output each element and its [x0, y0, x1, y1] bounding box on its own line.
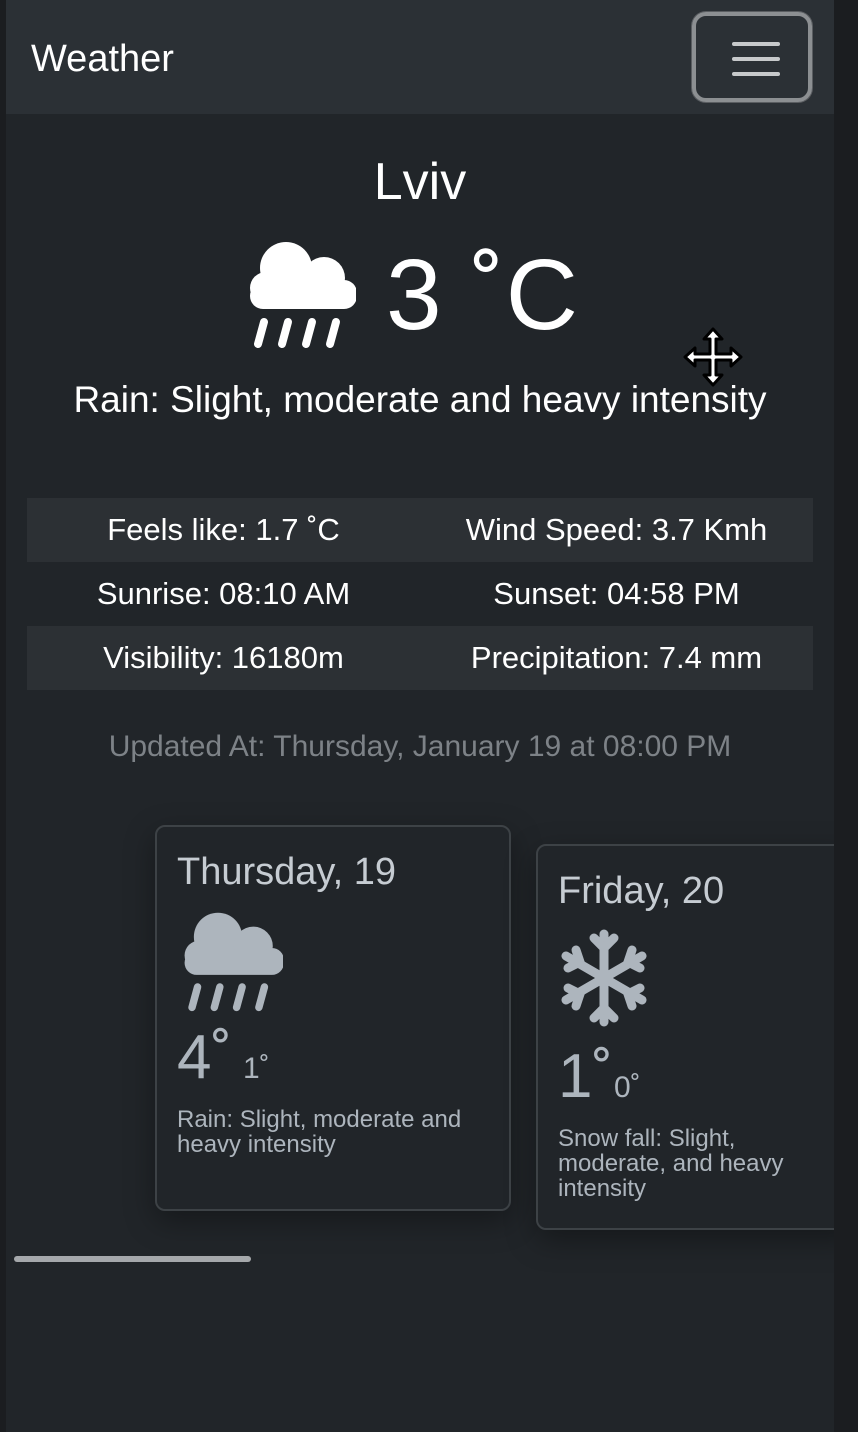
rain-cloud-icon [250, 242, 356, 348]
city-name: Lviv [373, 153, 467, 211]
forecast-high: 4˚ [177, 1023, 233, 1092]
horizontal-scrollbar[interactable] [14, 1256, 251, 1262]
navbar-toggler-button[interactable] [692, 12, 812, 102]
forecast-description: Rain: Slight, moderate and heavy intensi… [177, 1106, 462, 1158]
forecast-day: Thursday, 19 [177, 851, 396, 893]
snowflake-icon [561, 929, 647, 1027]
rain-cloud-icon [184, 912, 283, 1012]
app-frame: Weather Lviv 3 ˚C Rain: Slight, moderate… [6, 0, 834, 1432]
window-gutter [834, 0, 858, 1432]
navbar-brand[interactable]: Weather [31, 36, 174, 82]
forecast-high: 1˚ [558, 1042, 614, 1111]
forecast-description: Snow fall: Slight, moderate, and heavy i… [558, 1125, 784, 1202]
forecast-card[interactable]: Friday, 20 1˚ 0˚ Snow fall: Slight, mode… [536, 844, 834, 1230]
details-table: Feels like: 1.7 ˚C Wind Speed: 3.7 Kmh S… [27, 498, 813, 690]
hamburger-menu-icon [732, 42, 780, 46]
forecast-card[interactable]: Thursday, 19 4˚ 1˚ Rain: Slight, moderat… [155, 825, 511, 1211]
forecast-low: 0˚ [614, 1071, 641, 1104]
feels-like: Feels like: 1.7 ˚C [107, 512, 340, 547]
forecast-day: Friday, 20 [558, 870, 725, 912]
navbar: Weather [6, 0, 834, 114]
weather-summary: Rain: Slight, moderate and heavy intensi… [73, 379, 767, 420]
table-row: Visibility: 16180m Precipitation: 7.4 mm [27, 626, 813, 690]
updated-at: Updated At: Thursday, January 19 at 08:0… [108, 730, 732, 763]
sunrise: Sunrise: 08:10 AM [96, 576, 351, 611]
table-row: Sunrise: 08:10 AM Sunset: 04:58 PM [27, 562, 813, 626]
current-temperature: 3 ˚C [386, 239, 579, 351]
table-row: Feels like: 1.7 ˚C Wind Speed: 3.7 Kmh [27, 498, 813, 562]
sunset: Sunset: 04:58 PM [493, 576, 740, 611]
forecast-low: 1˚ [243, 1052, 270, 1085]
precipitation: Precipitation: 7.4 mm [470, 640, 763, 675]
wind-speed: Wind Speed: 3.7 Kmh [465, 512, 768, 547]
visibility: Visibility: 16180m [103, 640, 344, 675]
